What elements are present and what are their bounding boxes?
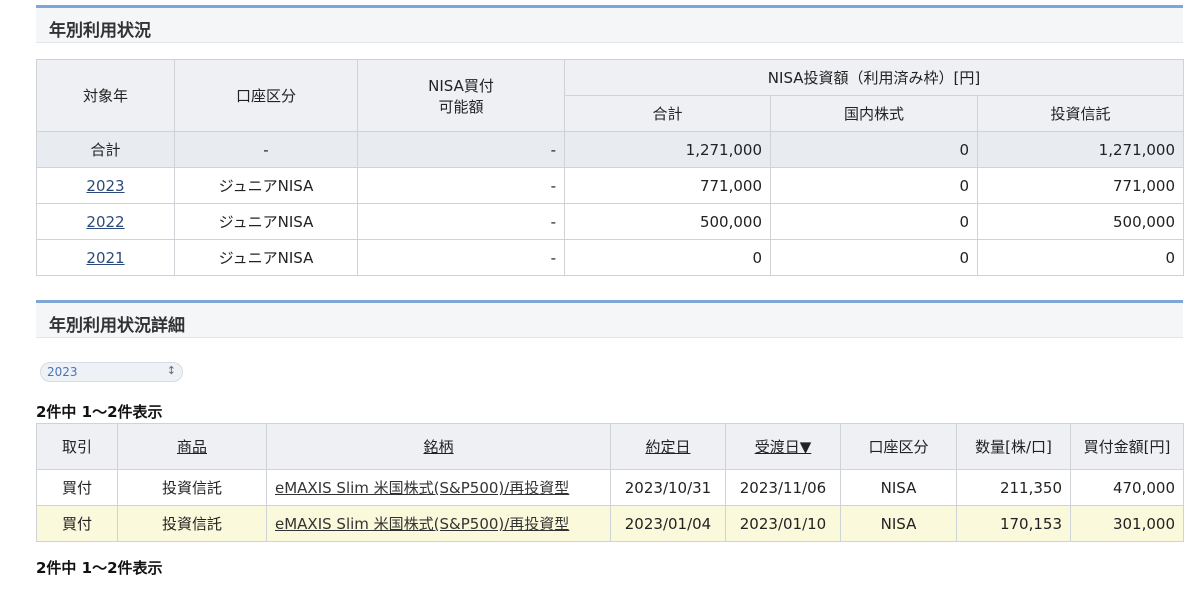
section-title-yearly-detail: 年別利用状況詳細 (36, 300, 1183, 338)
cell-total: 1,271,000 (564, 131, 771, 168)
cell-year: 2021 (36, 239, 175, 276)
header-domestic: 国内株式 (770, 95, 978, 132)
cell-domestic: 0 (770, 131, 978, 168)
cell-account: ジュニアNISA (174, 239, 358, 276)
cell-quantity: 211,350 (956, 469, 1071, 506)
header-trade: 取引 (36, 423, 118, 470)
brand-link[interactable]: eMAXIS Slim 米国株式(S&P500)/再投資型 (275, 515, 569, 533)
cell-trust: 500,000 (976, 203, 1185, 240)
cell-product: 投資信託 (117, 505, 267, 542)
table-row: 買付 投資信託 eMAXIS Slim 米国株式(S&P500)/再投資型 20… (36, 505, 1184, 542)
sort-contract-date-link[interactable]: 約定日 (645, 438, 690, 456)
cell-account: - (174, 131, 358, 168)
cell-contract-date: 2023/10/31 (610, 469, 726, 506)
cell-delivery-date: 2023/11/06 (725, 469, 841, 506)
table-row: 買付 投資信託 eMAXIS Slim 米国株式(S&P500)/再投資型 20… (36, 469, 1184, 506)
cell-account: ジュニアNISA (174, 167, 358, 204)
year-link-2021[interactable]: 2021 (86, 249, 124, 267)
cell-available: - (357, 167, 565, 204)
section-title-yearly-usage: 年別利用状況 (36, 5, 1183, 43)
cell-domestic: 0 (770, 239, 978, 276)
cell-trade: 買付 (36, 469, 118, 506)
brand-link[interactable]: eMAXIS Slim 米国株式(S&P500)/再投資型 (275, 479, 569, 497)
header-contract-date: 約定日 (610, 423, 726, 470)
cell-year: 2022 (36, 203, 175, 240)
header-trust: 投資信託 (976, 95, 1185, 132)
cell-trust: 771,000 (976, 167, 1185, 204)
cell-total: 0 (564, 239, 771, 276)
year-select-value: 2023 (47, 365, 78, 379)
summary-row: 2023 ジュニアNISA - 771,000 0 771,000 (36, 167, 1185, 204)
header-brand: 銘柄 (266, 423, 611, 470)
header-nisa-invested: NISA投資額（利用済み枠）[円] (563, 59, 1185, 96)
cell-year: 2023 (36, 167, 175, 204)
cell-trade: 買付 (36, 505, 118, 542)
header-total: 合計 (564, 95, 771, 132)
header-nisa-available-line2: 可能額 (438, 97, 484, 116)
sort-product-link[interactable]: 商品 (177, 438, 207, 456)
sort-delivery-date-link[interactable]: 受渡日▼ (755, 438, 812, 456)
yearly-usage-table: 対象年 口座区分 NISA買付 可能額 NISA投資額（利用済み枠）[円] 合計… (36, 59, 1185, 276)
cell-trust: 1,271,000 (976, 131, 1185, 168)
result-count-bottom: 2件中 1〜2件表示 (36, 559, 163, 577)
sort-brand-link[interactable]: 銘柄 (423, 438, 453, 456)
cell-quantity: 170,153 (956, 505, 1071, 542)
cell-account: ジュニアNISA (174, 203, 358, 240)
result-count-top: 2件中 1〜2件表示 (36, 403, 163, 421)
header-delivery-date: 受渡日▼ (725, 423, 841, 470)
cell-domestic: 0 (770, 203, 978, 240)
cell-total: 500,000 (564, 203, 771, 240)
summary-row: 2021 ジュニアNISA - 0 0 0 (36, 239, 1185, 276)
cell-product: 投資信託 (117, 469, 267, 506)
summary-row: 2022 ジュニアNISA - 500,000 0 500,000 (36, 203, 1185, 240)
cell-brand: eMAXIS Slim 米国株式(S&P500)/再投資型 (266, 505, 611, 542)
header-account: 口座区分 (840, 423, 957, 470)
cell-amount: 301,000 (1070, 505, 1184, 542)
cell-brand: eMAXIS Slim 米国株式(S&P500)/再投資型 (266, 469, 611, 506)
section-title-text: 年別利用状況 (49, 21, 151, 41)
header-account: 口座区分 (174, 59, 358, 132)
cell-total: 771,000 (564, 167, 771, 204)
chevron-updown-icon: ↕ (166, 364, 176, 377)
header-nisa-available: NISA買付 可能額 (357, 59, 565, 132)
cell-domestic: 0 (770, 167, 978, 204)
summary-row-total: 合計 - - 1,271,000 0 1,271,000 (36, 131, 1185, 168)
cell-available: - (357, 239, 565, 276)
cell-available: - (357, 131, 565, 168)
section-title-text: 年別利用状況詳細 (49, 316, 185, 336)
header-nisa-available-line1: NISA買付 (428, 76, 494, 95)
cell-trust: 0 (976, 239, 1185, 276)
header-product: 商品 (117, 423, 267, 470)
cell-amount: 470,000 (1070, 469, 1184, 506)
cell-contract-date: 2023/01/04 (610, 505, 726, 542)
cell-available: - (357, 203, 565, 240)
header-amount: 買付金額[円] (1070, 423, 1184, 470)
yearly-detail-table: 取引 商品 銘柄 約定日 受渡日▼ 口座区分 数量[株/口] 買付金額[円] 買… (36, 423, 1184, 542)
year-link-2022[interactable]: 2022 (86, 213, 124, 231)
cell-delivery-date: 2023/01/10 (725, 505, 841, 542)
year-select[interactable]: 2023 ↕ (40, 362, 183, 382)
header-year: 対象年 (36, 59, 175, 132)
cell-account: NISA (840, 469, 957, 506)
cell-account: NISA (840, 505, 957, 542)
year-link-2023[interactable]: 2023 (86, 177, 124, 195)
cell-year: 合計 (36, 131, 175, 168)
header-quantity: 数量[株/口] (956, 423, 1071, 470)
